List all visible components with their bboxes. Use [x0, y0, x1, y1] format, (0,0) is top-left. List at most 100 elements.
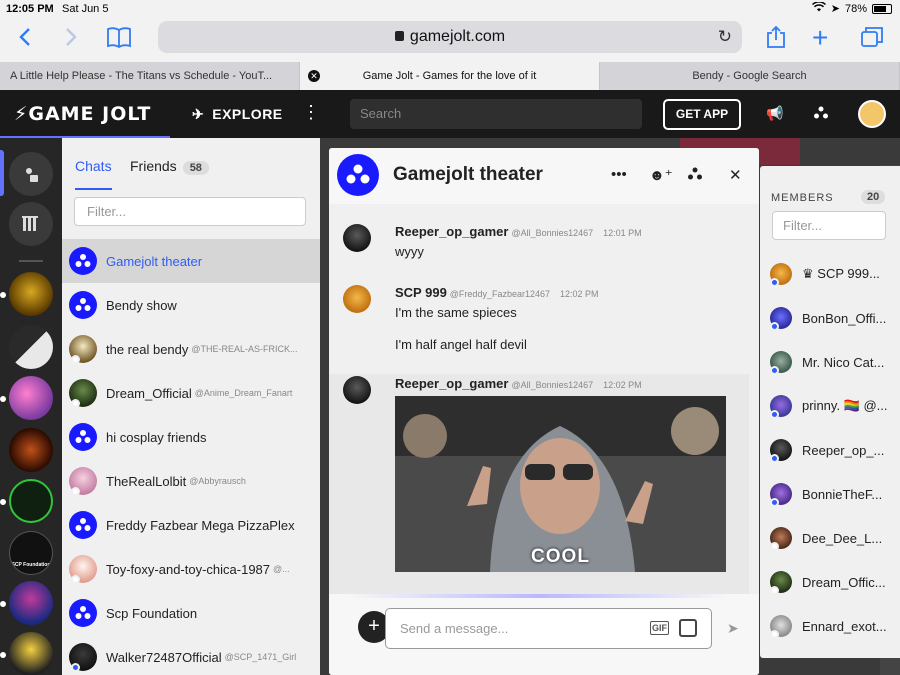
rail-library-button[interactable] — [9, 202, 53, 246]
chats-filter-input[interactable]: Filter... — [74, 197, 306, 226]
chat-item[interactable]: Bendy show — [62, 283, 320, 327]
status-time: 12:05 PM — [6, 3, 54, 15]
rail-community-green[interactable] — [9, 479, 53, 523]
message-author[interactable]: Reeper_op_gamer @All_Bonnies12467 12:01 PM — [395, 224, 642, 239]
browser-tab-youtube[interactable]: A Little Help Please - The Titans vs Sch… — [0, 62, 300, 90]
chat-header: Gamejolt theater ••• ☻⁺ ✕ — [329, 148, 759, 204]
status-dot — [71, 663, 80, 672]
chat-name: hi cosplay friends — [106, 429, 207, 445]
group-chat-icon — [69, 247, 97, 275]
user-avatar[interactable] — [858, 100, 886, 128]
group-chat-icon — [69, 291, 97, 319]
status-dot — [770, 366, 779, 375]
member-item[interactable]: Dee_Dee_L... — [770, 523, 882, 553]
chat-item[interactable]: Freddy Fazbear Mega PizzaPlex — [62, 503, 320, 547]
search-input[interactable]: Search — [350, 99, 642, 129]
compass-icon: ✈ — [192, 106, 205, 122]
address-bar[interactable]: gamejolt.com ↻ — [158, 21, 742, 53]
status-dot — [71, 487, 80, 496]
member-item[interactable]: BonBon_Offi... — [770, 303, 886, 333]
message-avatar[interactable] — [343, 376, 371, 404]
user-avatar — [69, 555, 97, 584]
chat-item[interactable]: Scp Foundation — [62, 591, 320, 635]
composer: + Send a message... GIF ➤ — [329, 594, 759, 675]
members-panel: MEMBERS 20 Filter... ♛ SCP 999... BonBon… — [760, 166, 900, 658]
chat-name: Bendy show — [106, 297, 177, 313]
member-item[interactable]: ♛ SCP 999... — [770, 259, 880, 289]
browser-tab-gamejolt[interactable]: ✕ Game Jolt - Games for the love of it — [300, 62, 600, 90]
message-author[interactable]: Reeper_op_gamer @All_Bonnies12467 12:02 PM — [395, 376, 642, 391]
chat-item[interactable]: Walker72487Official @SCP_1471_Girl — [62, 635, 320, 675]
group-chat-icon — [69, 599, 97, 627]
chat-handle: @... — [273, 564, 290, 574]
close-icon[interactable]: ✕ — [729, 166, 742, 184]
member-name: ♛ SCP 999... — [802, 266, 880, 281]
member-item[interactable]: Ennard_exot... — [770, 611, 887, 641]
member-name: Ennard_exot... — [802, 618, 887, 634]
more-menu-icon[interactable]: ⋮ — [302, 102, 320, 123]
member-item[interactable]: Mr. Nico Cat... — [770, 347, 884, 377]
rail-community-fnaf[interactable] — [9, 376, 53, 420]
chat-item[interactable]: TheRealLolbit @Abbyrausch — [62, 459, 320, 503]
tab-friends[interactable]: Friends 58 — [130, 158, 209, 175]
author-name: SCP 999 — [395, 285, 447, 300]
member-item[interactable]: Dream_Offic... — [770, 567, 886, 597]
message-input[interactable]: Send a message... GIF — [385, 608, 712, 649]
gamejolt-logo[interactable]: ⚡GAME JOLT — [14, 103, 151, 125]
send-icon[interactable]: ➤ — [727, 620, 739, 637]
new-tab-icon[interactable]: + — [812, 24, 828, 52]
member-item[interactable]: Reeper_op_... — [770, 435, 884, 465]
member-item[interactable]: prinny. 🏳️‍🌈 @... — [770, 391, 888, 421]
reload-icon[interactable]: ↻ — [718, 21, 732, 53]
members-filter-input[interactable]: Filter... — [772, 211, 886, 240]
more-options-icon[interactable]: ••• — [611, 166, 627, 183]
chat-item[interactable]: hi cosplay friends — [62, 415, 320, 459]
chat-item[interactable]: Dream_Official @Anime_Dream_Fanart — [62, 371, 320, 415]
chat-item[interactable]: Toy-foxy-and-toy-chica-1987 @... — [62, 547, 320, 591]
gif-icon[interactable]: GIF — [650, 621, 669, 635]
browser-tab-bar: A Little Help Please - The Titans vs Sch… — [0, 62, 900, 90]
message-time: 12:01 PM — [603, 228, 642, 238]
bookmarks-icon[interactable] — [106, 26, 132, 52]
forward-icon[interactable] — [64, 27, 78, 51]
message-avatar[interactable] — [343, 285, 371, 313]
member-item[interactable]: BonnieTheF... — [770, 479, 882, 509]
message-author[interactable]: SCP 999 @Freddy_Fazbear12467 12:02 PM — [395, 285, 599, 300]
status-dot — [770, 498, 779, 507]
members-count-badge: 20 — [861, 190, 886, 204]
browser-tab-bendy[interactable]: Bendy - Google Search — [600, 62, 900, 90]
get-app-button[interactable]: GET APP — [663, 99, 741, 130]
add-member-icon[interactable]: ☻⁺ — [649, 166, 673, 184]
rail-chat-button[interactable] — [9, 152, 53, 196]
site-header: ⚡GAME JOLT ✈ EXPLORE ⋮ Search GET APP 📢 — [0, 90, 900, 138]
gif-image[interactable]: COOL — [395, 396, 726, 572]
tab-chats[interactable]: Chats — [75, 158, 112, 190]
chat-handle: @Abbyrausch — [189, 476, 246, 486]
share-icon[interactable] — [766, 25, 786, 53]
emoji-icon[interactable] — [679, 619, 697, 637]
member-avatar — [770, 263, 792, 287]
close-tab-icon[interactable]: ✕ — [308, 70, 320, 82]
rail-community-scp[interactable]: SCP Foundation — [9, 531, 53, 575]
back-icon[interactable] — [18, 27, 32, 51]
tabs-overview-icon[interactable] — [860, 26, 884, 52]
member-name: Dee_Dee_L... — [802, 530, 883, 546]
member-avatar — [770, 307, 792, 331]
user-avatar — [69, 379, 97, 408]
message-avatar[interactable] — [343, 224, 371, 252]
chat-item[interactable]: Gamejolt theater — [62, 239, 320, 283]
chat-item[interactable]: the real bendy @THE-REAL-AS-FRICK... — [62, 327, 320, 371]
rail-community-freddy[interactable] — [9, 428, 53, 472]
rail-community-gamejolt[interactable] — [9, 325, 53, 369]
rail-community-fnf[interactable] — [9, 581, 53, 625]
members-icon[interactable] — [687, 166, 703, 186]
message-input-placeholder: Send a message... — [400, 621, 509, 636]
rail-community-bendy[interactable] — [9, 632, 53, 675]
status-dot — [770, 278, 779, 287]
rail-community-avatar[interactable] — [9, 272, 53, 316]
user-avatar — [69, 335, 97, 364]
tab-title: A Little Help Please - The Titans vs Sch… — [10, 70, 273, 82]
explore-link[interactable]: ✈ EXPLORE — [192, 106, 283, 123]
friends-activity-icon[interactable] — [813, 105, 829, 124]
announcements-icon[interactable]: 📢 — [766, 105, 783, 122]
